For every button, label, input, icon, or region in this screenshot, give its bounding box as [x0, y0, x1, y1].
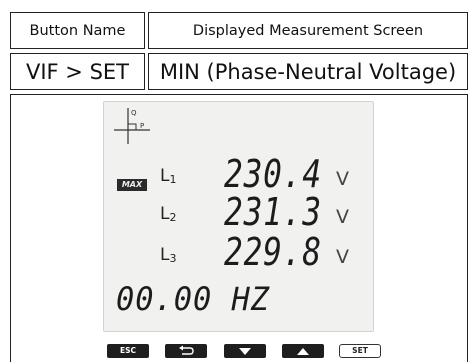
back-button[interactable]: [165, 344, 207, 358]
back-arrow-icon: [179, 345, 194, 355]
max-badge: MAX: [117, 179, 147, 191]
axis-p-label: P: [140, 122, 144, 130]
manual-figure: Button Name Displayed Measurement Screen…: [0, 0, 471, 362]
lcd-screen: Q P MAX L1 230.4 V L2 231.3 V L3 229.8 V…: [103, 101, 374, 332]
triangle-down-icon: [239, 348, 251, 355]
phase-l2-value: 231.3: [224, 190, 322, 234]
frequency-readout: 00.00 HZ: [116, 280, 271, 318]
button-sequence-text: VIF > SET: [25, 59, 129, 84]
set-button[interactable]: SET: [339, 344, 381, 358]
phase-l2-label: L2: [160, 204, 177, 224]
up-button[interactable]: [282, 344, 324, 358]
phase-l3-unit: V: [336, 246, 349, 268]
screen-name-text: MIN (Phase-Neutral Voltage): [159, 59, 457, 84]
cell-button-sequence: VIF > SET: [10, 53, 145, 90]
phase-l1-label: L1: [160, 166, 177, 186]
down-button[interactable]: [224, 344, 266, 358]
header-displayed-screen-text: Displayed Measurement Screen: [192, 22, 424, 39]
quadrant-axes-icon: Q P: [114, 108, 150, 144]
header-button-name: Button Name: [10, 12, 145, 49]
phase-l3-label: L3: [160, 245, 177, 265]
axis-q-label: Q: [131, 109, 137, 117]
header-displayed-screen: Displayed Measurement Screen: [148, 12, 468, 49]
esc-button[interactable]: ESC: [107, 344, 149, 358]
cell-screen-name: MIN (Phase-Neutral Voltage): [148, 53, 468, 90]
phase-l2-unit: V: [336, 206, 349, 228]
header-button-name-text: Button Name: [29, 22, 126, 39]
phase-l1-unit: V: [336, 168, 349, 190]
triangle-up-icon: [297, 348, 309, 355]
phase-l3-value: 229.8: [224, 230, 322, 274]
